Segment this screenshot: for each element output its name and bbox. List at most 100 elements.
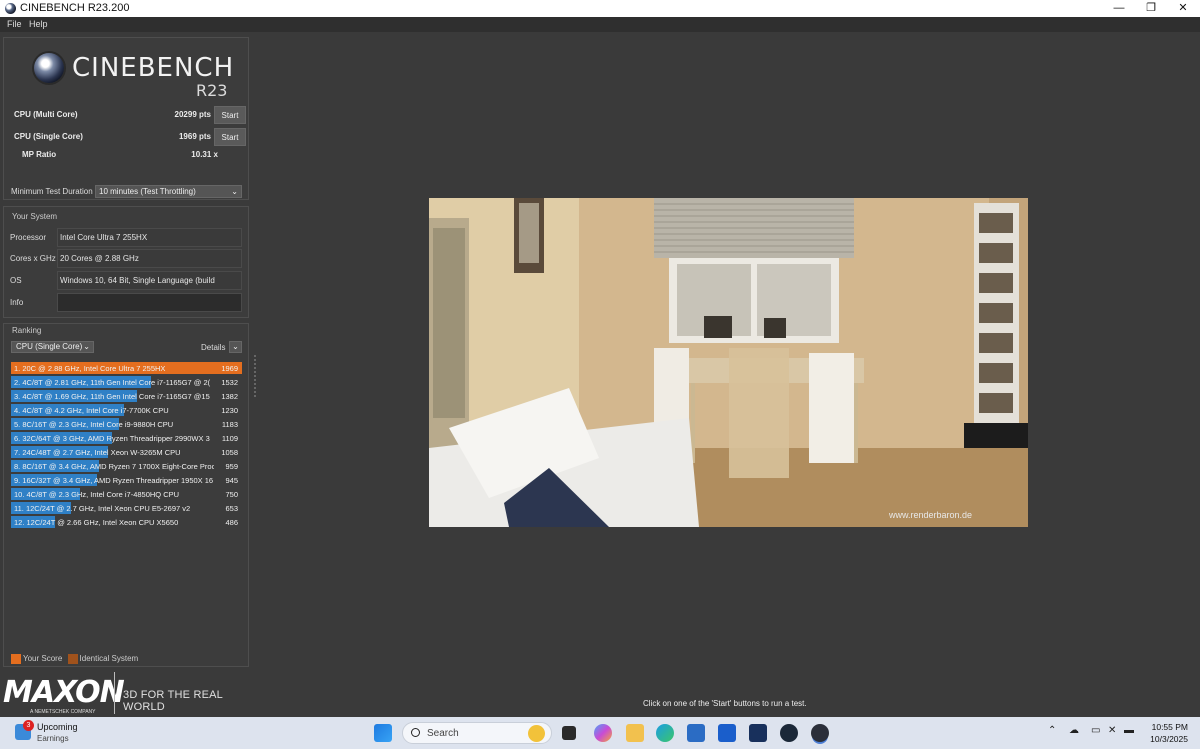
ranking-row[interactable]: 6. 32C/64T @ 3 GHz, AMD Ryzen Threadripp… bbox=[11, 432, 242, 444]
network-icon[interactable]: ☁ bbox=[1069, 725, 1079, 736]
cinebench-logo: CINEBENCH R23 bbox=[34, 53, 234, 103]
task-view-icon[interactable] bbox=[562, 726, 576, 740]
ranking-row-score: 1109 bbox=[221, 434, 238, 443]
ranking-row-label: 9. 16C/32T @ 3.4 GHz, AMD Ryzen Threadri… bbox=[14, 476, 214, 485]
left-panel: CINEBENCH R23 CPU (Multi Core) 20299 pts… bbox=[0, 32, 253, 717]
ranking-row-score: 653 bbox=[225, 504, 238, 513]
ranking-row[interactable]: 3. 4C/8T @ 1.69 GHz, 11th Gen Intel Core… bbox=[11, 390, 242, 402]
mp-ratio-row: MP Ratio 10.31 x bbox=[14, 146, 246, 164]
os-value: Windows 10, 64 Bit, Single Language (bui… bbox=[57, 271, 242, 302]
info-value bbox=[57, 293, 242, 312]
brand-tagline: 3D FOR THE REAL WORLD bbox=[123, 689, 223, 713]
ranking-row[interactable]: 8. 8C/16T @ 3.4 GHz, AMD Ryzen 7 1700X E… bbox=[11, 460, 242, 472]
mp-ratio-label: MP Ratio bbox=[22, 150, 57, 159]
ranking-row[interactable]: 11. 12C/24T @ 2.7 GHz, Intel Xeon CPU E5… bbox=[11, 502, 242, 514]
maxon-subtitle: A NEMETSCHEK COMPANY bbox=[30, 709, 96, 715]
multi-core-score: 20299 pts bbox=[174, 110, 211, 119]
ranking-row-score: 945 bbox=[225, 476, 238, 485]
duration-label: Minimum Test Duration bbox=[11, 187, 93, 196]
details-toggle-button[interactable]: ⌄ bbox=[229, 341, 242, 353]
steam-icon[interactable] bbox=[780, 724, 798, 742]
single-core-start-button[interactable]: Start bbox=[214, 128, 246, 146]
ranking-title: Ranking bbox=[12, 326, 42, 335]
ranking-row-label: 1. 20C @ 2.88 GHz, Intel Core Ultra 7 25… bbox=[14, 364, 166, 373]
mp-ratio-value: 10.31 x bbox=[191, 150, 218, 159]
ranking-row-label: 11. 12C/24T @ 2.7 GHz, Intel Xeon CPU E5… bbox=[14, 504, 191, 513]
notification-badge: 3 bbox=[23, 720, 34, 731]
clock-date: 10/3/2025 bbox=[1150, 734, 1188, 744]
menu-help[interactable]: Help bbox=[29, 19, 48, 29]
chevron-down-icon: ⌄ bbox=[231, 187, 238, 196]
ranking-row[interactable]: 4. 4C/8T @ 4.2 GHz, Intel Core i7-7700K … bbox=[11, 404, 242, 416]
single-core-row: CPU (Single Core) 1969 pts Start bbox=[14, 128, 246, 146]
multi-core-row: CPU (Multi Core) 20299 pts Start bbox=[14, 106, 246, 124]
title-bar: CINEBENCH R23.200 — ❐ ✕ bbox=[0, 0, 1200, 17]
info-row: Info bbox=[10, 293, 242, 312]
cinebench-taskbar-icon[interactable] bbox=[811, 724, 829, 742]
os-row: OS Windows 10, 64 Bit, Single Language (… bbox=[10, 271, 242, 302]
ranking-type-select[interactable]: CPU (Single Core) ⌄ bbox=[11, 341, 94, 353]
close-button[interactable]: ✕ bbox=[1166, 0, 1200, 17]
ranking-row-label: 8. 8C/16T @ 3.4 GHz, AMD Ryzen 7 1700X E… bbox=[14, 462, 214, 471]
render-view: www.renderbaron.de bbox=[429, 198, 1028, 527]
copilot-icon[interactable] bbox=[594, 724, 612, 742]
battery-icon[interactable]: ▬ bbox=[1124, 725, 1134, 736]
volume-muted-icon[interactable]: ✕ bbox=[1108, 725, 1116, 736]
duration-selected: 10 minutes (Test Throttling) bbox=[99, 187, 196, 196]
ranking-row-label: 2. 4C/8T @ 2.81 GHz, 11th Gen Intel Core… bbox=[14, 378, 211, 387]
clock-time: 10:55 PM bbox=[1151, 722, 1188, 732]
ranking-row-score: 1230 bbox=[221, 406, 238, 415]
chevron-down-icon: ⌄ bbox=[83, 342, 90, 351]
ranking-row[interactable]: 9. 16C/32T @ 3.4 GHz, AMD Ryzen Threadri… bbox=[11, 474, 242, 486]
processor-value: Intel Core Ultra 7 255HX bbox=[57, 228, 242, 247]
duration-select[interactable]: 10 minutes (Test Throttling) ⌄ bbox=[95, 185, 242, 198]
your-score-label: Your Score bbox=[23, 654, 63, 664]
maxon-logo: MAXON A NEMETSCHEK COMPANY bbox=[3, 675, 125, 717]
widget-title[interactable]: Upcoming bbox=[37, 722, 78, 732]
cinebench-sphere-icon bbox=[34, 53, 64, 83]
windows-start-icon[interactable] bbox=[374, 724, 392, 742]
cores-value: 20 Cores @ 2.88 GHz bbox=[57, 249, 242, 268]
ranking-legend: Your Score Identical System bbox=[11, 654, 138, 664]
ranking-row[interactable]: 1. 20C @ 2.88 GHz, Intel Core Ultra 7 25… bbox=[11, 362, 242, 374]
taskbar-search[interactable]: Search bbox=[402, 722, 552, 744]
ranking-row[interactable]: 12. 12C/24T @ 2.66 GHz, Intel Xeon CPU X… bbox=[11, 516, 242, 528]
processor-label: Processor bbox=[10, 233, 47, 242]
menu-bar: File Help bbox=[0, 17, 1200, 32]
menu-file[interactable]: File bbox=[7, 19, 22, 29]
app-icon[interactable] bbox=[749, 724, 767, 742]
minimize-button[interactable]: — bbox=[1102, 0, 1136, 17]
ranking-row-score: 486 bbox=[225, 518, 238, 527]
ranking-row-score: 1969 bbox=[221, 364, 238, 373]
logo-name: CINEBENCH bbox=[72, 53, 235, 83]
score-box: CINEBENCH R23 CPU (Multi Core) 20299 pts… bbox=[3, 37, 249, 200]
maximize-button[interactable]: ❐ bbox=[1134, 0, 1168, 17]
multi-core-start-button[interactable]: Start bbox=[214, 106, 246, 124]
search-icon bbox=[411, 728, 420, 737]
dropbox-icon[interactable] bbox=[718, 724, 736, 742]
display-icon[interactable]: ▭ bbox=[1091, 725, 1100, 736]
ranking-row[interactable]: 2. 4C/8T @ 2.81 GHz, 11th Gen Intel Core… bbox=[11, 376, 242, 388]
brand-divider bbox=[114, 672, 115, 714]
info-label: Info bbox=[10, 298, 24, 307]
ranking-row[interactable]: 7. 24C/48T @ 2.7 GHz, Intel Xeon W-3265M… bbox=[11, 446, 242, 458]
render-watermark: www.renderbaron.de bbox=[888, 510, 972, 520]
panel-resize-handle[interactable] bbox=[254, 355, 256, 397]
ranking-row-label: 10. 4C/8T @ 2.3 GHz, Intel Core i7-4850H… bbox=[14, 490, 180, 499]
tray-overflow-icon[interactable]: ⌃ bbox=[1048, 725, 1056, 736]
window-title: CINEBENCH R23.200 bbox=[20, 2, 130, 14]
processor-row: Processor Intel Core Ultra 7 255HX bbox=[10, 228, 242, 247]
ranking-row-label: 12. 12C/24T @ 2.66 GHz, Intel Xeon CPU X… bbox=[14, 518, 179, 527]
ranking-row[interactable]: 10. 4C/8T @ 2.3 GHz, Intel Core i7-4850H… bbox=[11, 488, 242, 500]
file-explorer-icon[interactable] bbox=[626, 724, 644, 742]
store-icon[interactable] bbox=[687, 724, 705, 742]
ranking-row-score: 1532 bbox=[221, 378, 238, 387]
cinebench-app-icon bbox=[5, 3, 16, 14]
ranking-row-score: 750 bbox=[225, 490, 238, 499]
taskbar-clock[interactable]: 10:55 PM 10/3/2025 bbox=[1146, 722, 1188, 744]
os-label: OS bbox=[10, 276, 22, 285]
ranking-row[interactable]: 5. 8C/16T @ 2.3 GHz, Intel Core i9-9880H… bbox=[11, 418, 242, 430]
ranking-row-score: 1183 bbox=[221, 420, 238, 429]
edge-icon[interactable] bbox=[656, 724, 674, 742]
cores-row: Cores x GHz 20 Cores @ 2.88 GHz bbox=[10, 249, 242, 268]
